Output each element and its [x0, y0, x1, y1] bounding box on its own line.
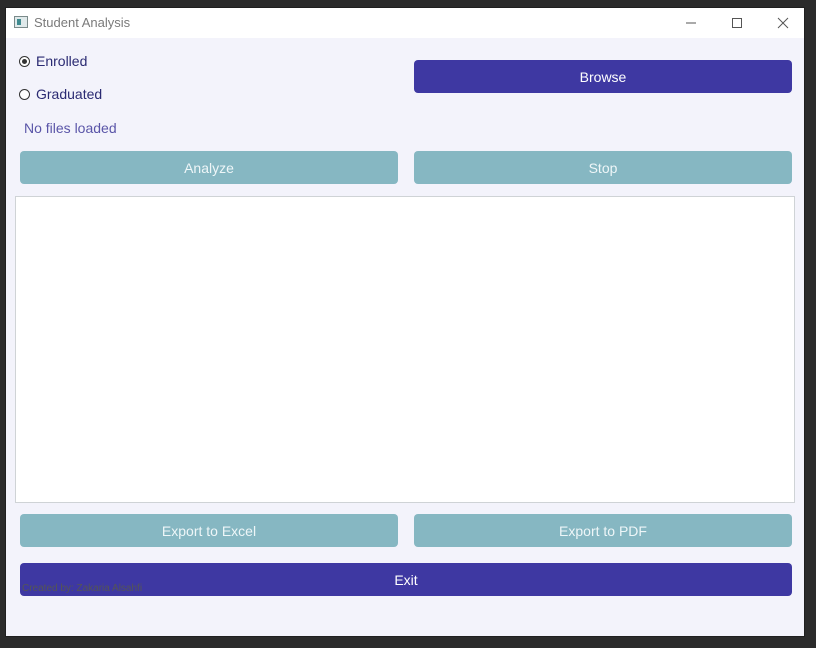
radio-graduated-label: Graduated: [36, 86, 103, 102]
credit-label: Created by: Zakaria Alsahfi: [22, 583, 143, 594]
radio-graduated[interactable]: Graduated: [19, 86, 102, 102]
minimize-icon: [686, 22, 696, 24]
radio-unchecked-icon: [19, 88, 30, 100]
app-window-icon: [14, 16, 28, 28]
radio-checked-icon: [19, 55, 30, 67]
export-pdf-button[interactable]: Export to PDF: [414, 514, 792, 547]
maximize-icon: [732, 18, 742, 28]
output-text-area[interactable]: [15, 196, 795, 503]
radio-enrolled-label: Enrolled: [36, 53, 88, 69]
browse-button[interactable]: Browse: [414, 60, 792, 93]
analyze-button[interactable]: Analyze: [20, 151, 398, 184]
window-title: Student Analysis: [34, 15, 131, 30]
maximize-button[interactable]: [714, 8, 760, 38]
main-window: Student Analysis Enrolled Graduated No f…: [5, 7, 805, 637]
title-bar[interactable]: Student Analysis: [6, 8, 804, 38]
radio-enrolled[interactable]: Enrolled: [19, 53, 87, 69]
content-area: Enrolled Graduated No files loaded Brows…: [6, 38, 804, 638]
minimize-button[interactable]: [668, 8, 714, 38]
close-button[interactable]: [760, 8, 806, 38]
close-icon: [777, 17, 789, 29]
export-excel-button[interactable]: Export to Excel: [20, 514, 398, 547]
status-label: No files loaded: [24, 120, 117, 136]
stop-button[interactable]: Stop: [414, 151, 792, 184]
